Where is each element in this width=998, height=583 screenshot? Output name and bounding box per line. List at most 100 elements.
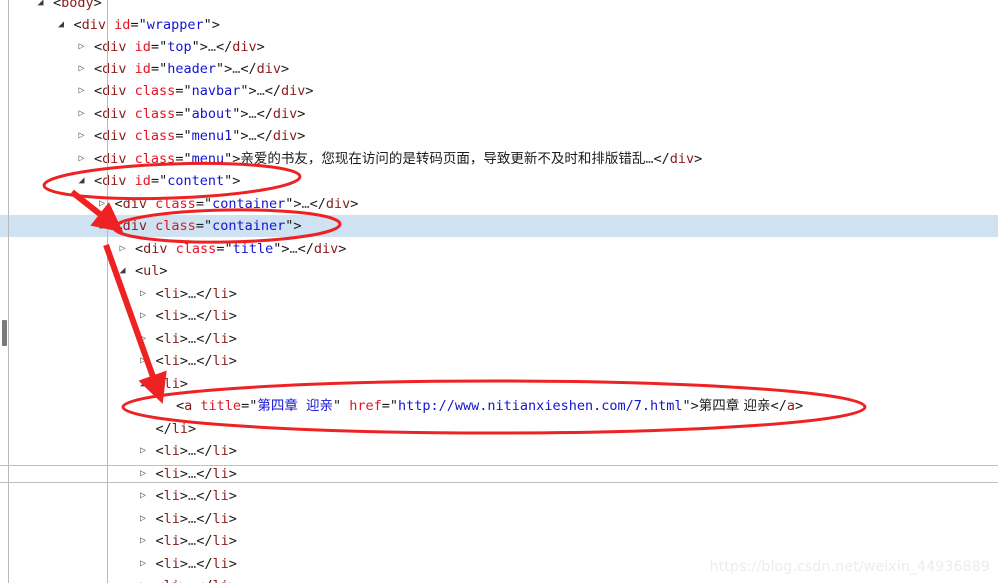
code-token-tag: li bbox=[212, 511, 229, 527]
devtools-elements-panel[interactable]: <body><div id="wrapper"><div id="top">…<… bbox=[0, 0, 998, 583]
dom-tree-row[interactable]: <li> bbox=[0, 373, 998, 395]
dom-tree-row[interactable]: <li>…</li> bbox=[0, 485, 998, 507]
code-token-punct: < bbox=[94, 83, 103, 99]
collapse-triangle-icon[interactable] bbox=[76, 58, 87, 80]
dom-tree-row[interactable]: <ul> bbox=[0, 260, 998, 282]
dom-tree-row[interactable]: <li>…</li> bbox=[0, 440, 998, 462]
code-token-punct: </ bbox=[196, 511, 213, 527]
code-token-punct: "> bbox=[232, 106, 249, 122]
code-token-punct: </ bbox=[196, 308, 213, 324]
code-token-tag: div bbox=[102, 39, 127, 55]
code-token-punct: > bbox=[305, 83, 314, 99]
collapse-triangle-icon[interactable] bbox=[76, 80, 87, 102]
expand-triangle-icon[interactable] bbox=[138, 373, 149, 395]
dom-tree-row[interactable]: <div class="container">…</div> bbox=[0, 193, 998, 215]
code-token-ell: … bbox=[188, 331, 197, 347]
code-token-punct: =" bbox=[175, 151, 192, 167]
dom-tree-row[interactable]: <div class="menu1">…</div> bbox=[0, 125, 998, 147]
code-token-tag: li bbox=[212, 443, 229, 459]
dom-node-markup: <li>…</li> bbox=[156, 575, 237, 583]
collapse-triangle-icon[interactable] bbox=[76, 125, 87, 147]
code-token-punct: < bbox=[135, 241, 144, 257]
collapse-triangle-icon[interactable] bbox=[138, 575, 149, 583]
code-token-tag: li bbox=[212, 353, 229, 369]
dom-tree-row[interactable]: <li>…</li> bbox=[0, 328, 998, 350]
dom-node-markup: <li>…</li> bbox=[156, 508, 237, 530]
dom-tree-row[interactable]: <li>…</li> bbox=[0, 508, 998, 530]
collapse-triangle-icon[interactable] bbox=[138, 305, 149, 327]
code-token-punct: </ bbox=[297, 241, 314, 257]
dom-node-markup: <div class="container"> bbox=[115, 215, 302, 237]
dom-tree-row[interactable]: <a title="第四章 迎亲" href="http://www.nitia… bbox=[0, 395, 998, 417]
dom-tree-row[interactable]: <div id="top">…</div> bbox=[0, 36, 998, 58]
code-token-attr: href bbox=[349, 398, 382, 414]
horizontal-divider-line bbox=[0, 482, 998, 483]
dom-node-markup: <div class="container">…</div> bbox=[115, 193, 359, 215]
collapse-triangle-icon[interactable] bbox=[76, 148, 87, 170]
code-token-punct bbox=[127, 173, 135, 189]
dom-node-markup: <li>…</li> bbox=[156, 350, 237, 372]
expand-triangle-icon[interactable] bbox=[117, 260, 128, 282]
code-token-tag: ul bbox=[143, 263, 160, 279]
collapse-triangle-icon[interactable] bbox=[138, 508, 149, 530]
code-token-punct: "> bbox=[232, 128, 249, 144]
code-token-punct: < bbox=[94, 106, 103, 122]
code-token-punct: " bbox=[332, 398, 350, 414]
code-token-punct: =" bbox=[175, 83, 192, 99]
dom-tree-row[interactable]: <div id="header">…</div> bbox=[0, 58, 998, 80]
code-token-punct: "> bbox=[224, 151, 241, 167]
dom-tree-row[interactable]: <div class="menu">亲爱的书友，您现在访问的是转码页面，导致更新… bbox=[0, 148, 998, 170]
collapse-triangle-icon[interactable] bbox=[76, 36, 87, 58]
vertical-scrollbar-thumb[interactable] bbox=[2, 320, 7, 346]
collapse-triangle-icon[interactable] bbox=[138, 328, 149, 350]
code-token-punct: > bbox=[179, 488, 189, 504]
code-token-punct bbox=[127, 151, 135, 167]
code-token-punct: < bbox=[176, 398, 185, 414]
dom-tree-row[interactable]: <body> bbox=[0, 0, 998, 14]
code-token-punct: < bbox=[155, 466, 164, 482]
collapse-triangle-icon[interactable] bbox=[97, 193, 108, 215]
dom-tree-row[interactable]: <li>…</li> bbox=[0, 305, 998, 327]
dom-tree-row[interactable]: <div id="wrapper"> bbox=[0, 14, 998, 36]
code-token-attr: class bbox=[155, 218, 196, 234]
dom-tree-row[interactable]: <div class="navbar">…</div> bbox=[0, 80, 998, 102]
code-token-punct: =" bbox=[241, 398, 258, 414]
collapse-triangle-icon[interactable] bbox=[76, 103, 87, 125]
code-token-tag: li bbox=[163, 353, 180, 369]
code-token-punct: > bbox=[179, 443, 189, 459]
dom-node-markup: <div class="title">…</div> bbox=[135, 238, 346, 260]
code-token-val: navbar bbox=[191, 83, 241, 99]
dom-tree-row[interactable]: <li>…</li> bbox=[0, 283, 998, 305]
code-token-punct: > bbox=[229, 578, 237, 583]
dom-tree-row[interactable]: <div class="title">…</div> bbox=[0, 238, 998, 260]
code-token-tag: li bbox=[212, 466, 229, 482]
code-token-punct: > bbox=[228, 308, 237, 324]
code-token-val: top bbox=[167, 39, 192, 55]
dom-tree-row[interactable]: </li> bbox=[0, 418, 998, 440]
dom-node-markup: <body> bbox=[53, 0, 102, 14]
dom-tree-row[interactable]: <div id="content"> bbox=[0, 170, 998, 192]
dom-tree-row[interactable]: <li>…</li> bbox=[0, 575, 998, 583]
expand-triangle-icon[interactable] bbox=[56, 14, 67, 36]
collapse-triangle-icon[interactable] bbox=[138, 440, 149, 462]
collapse-triangle-icon[interactable] bbox=[138, 350, 149, 372]
expand-triangle-icon[interactable] bbox=[35, 0, 46, 14]
code-token-tag: div bbox=[102, 151, 127, 167]
dom-tree-row[interactable]: <div class="container"> bbox=[0, 215, 998, 238]
dom-tree-row[interactable]: <li>…</li> bbox=[0, 350, 998, 372]
code-token-punct: =" bbox=[175, 106, 192, 122]
expand-triangle-icon[interactable] bbox=[76, 170, 87, 192]
dom-node-markup: <li>…</li> bbox=[156, 530, 237, 552]
code-token-punct: < bbox=[155, 443, 164, 459]
dom-tree-row[interactable]: <div class="about">…</div> bbox=[0, 103, 998, 125]
expand-triangle-icon[interactable] bbox=[97, 215, 108, 237]
code-token-tag: div bbox=[669, 151, 695, 167]
collapse-triangle-icon[interactable] bbox=[117, 238, 128, 260]
code-token-ell: … bbox=[207, 39, 216, 55]
collapse-triangle-icon[interactable] bbox=[138, 485, 149, 507]
collapse-triangle-icon[interactable] bbox=[138, 553, 149, 575]
code-token-punct: =" bbox=[195, 218, 213, 234]
collapse-triangle-icon[interactable] bbox=[138, 283, 149, 305]
collapse-triangle-icon[interactable] bbox=[138, 530, 149, 552]
dom-tree-row[interactable]: <li>…</li> bbox=[0, 530, 998, 552]
